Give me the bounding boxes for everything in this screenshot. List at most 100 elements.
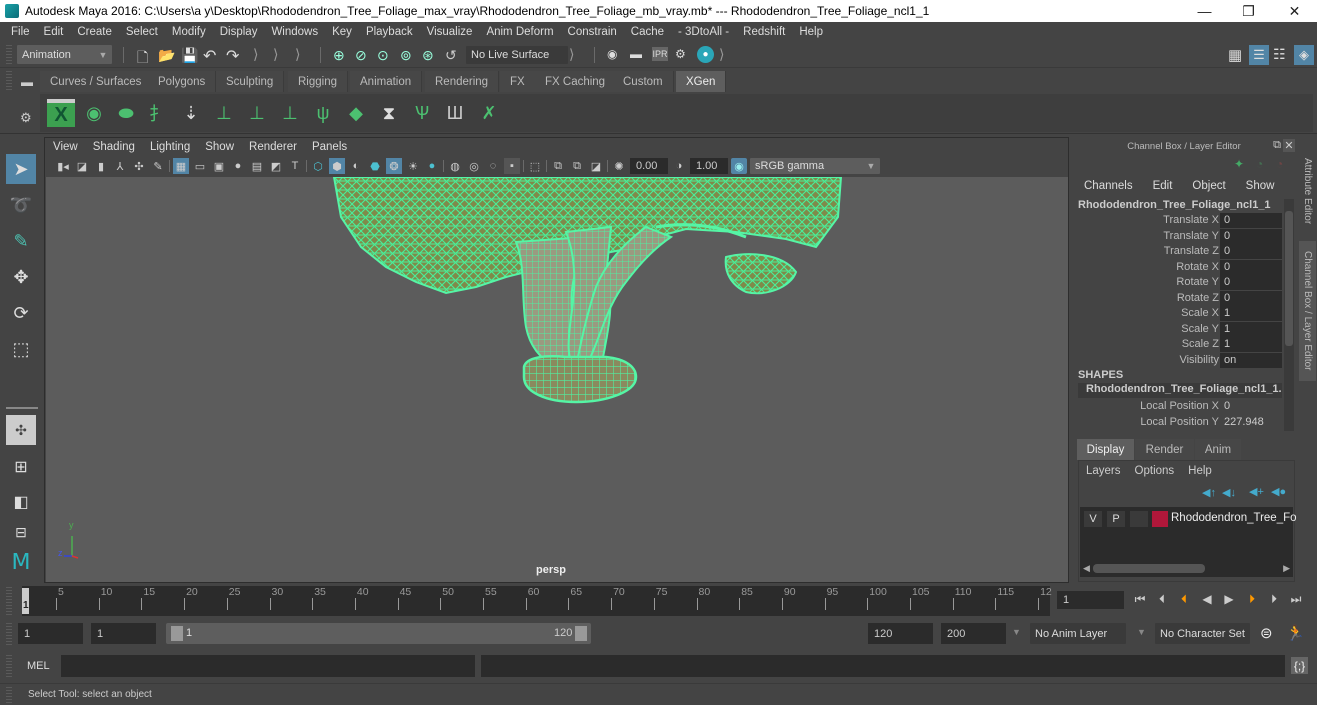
range-slider-bar[interactable]: 1 120 [166,623,591,644]
object-name[interactable]: Rhododendron_Tree_Foliage_ncl1_1 [1078,199,1271,211]
snap-curve-icon[interactable]: ⊘ [355,47,367,64]
camera-icon[interactable]: ▮◂ [55,158,71,174]
channel-row[interactable]: Rotate Z0 [1071,290,1283,306]
menu-playback[interactable]: Playback [359,26,420,38]
go-to-start-icon[interactable]: ⏮ [1131,590,1149,608]
menu-help[interactable]: Help [792,26,830,38]
gamma-field[interactable]: 1.00 [690,158,728,174]
select-guide-icon[interactable]: ⊥ [243,99,271,127]
safe-title-icon[interactable]: T [287,158,303,174]
open-scene-icon[interactable]: 📂 [158,47,175,64]
range-end-handle[interactable] [575,626,587,641]
menu-anim-deform[interactable]: Anim Deform [479,26,560,38]
shelf-tab-animation[interactable]: Animation [350,71,423,92]
collapse-arrow-icon[interactable]: ⟩ [253,46,258,63]
command-input[interactable] [61,655,475,677]
graph-persp-layout-icon[interactable]: ⊟ [6,522,36,542]
layer-tab-anim[interactable]: Anim [1195,439,1241,460]
close-button[interactable]: ✕ [1272,0,1317,22]
layer-visibility-toggle[interactable]: V [1084,511,1102,527]
channel-row[interactable]: Scale Y1 [1071,321,1283,337]
view-transform-dropdown[interactable]: sRGB gamma ▼ [750,158,880,174]
single-perspective-layout-icon[interactable]: ✣ [6,415,36,445]
shelf-tab-rigging[interactable]: Rigging [288,71,348,92]
step-forward-frame-icon[interactable]: ⏵ [1265,590,1283,608]
layer-row[interactable]: V P Rhododendron_Tree_Fo [1080,511,1297,528]
wireframe-on-shaded-icon[interactable]: ⬣ [367,158,383,174]
move-layer-down-icon[interactable]: ◀↓ [1222,486,1236,499]
channel-value[interactable]: 1 [1220,306,1282,321]
menu-redshift[interactable]: Redshift [736,26,792,38]
channel-row[interactable]: Translate Y0 [1071,228,1283,244]
channel-row[interactable]: Rotate Y0 [1071,275,1283,290]
channel-row[interactable]: Rotate X0 [1071,259,1283,275]
float-panel-icon[interactable]: ⧉ [1273,139,1281,152]
channel-value[interactable]: 0 [1220,213,1282,228]
channel-value[interactable]: 0 [1220,259,1282,275]
undo-icon[interactable]: ↶ [203,46,216,66]
outliner-persp-layout-icon[interactable]: ◧ [6,487,36,517]
color-management-toggle-icon[interactable]: ◉ [731,158,747,174]
go-to-end-icon[interactable]: ⏭ [1287,590,1305,608]
shelf-settings-gear-icon[interactable]: ⚙ [20,110,32,126]
make-live-icon[interactable]: ⊛ [422,47,434,64]
collapse-arrow-icon[interactable]: ⟩ [719,46,724,63]
xgen-grid-icon[interactable]: ◆ [342,99,370,127]
save-scene-icon[interactable]: 💾 [181,47,198,64]
scrollbar-thumb[interactable] [1285,211,1293,346]
channel-row[interactable]: Translate X0 [1071,213,1283,228]
redo-icon[interactable]: ↷ [226,46,239,66]
xray-icon[interactable]: ⧉ [550,158,566,174]
channel-box-layer-editor-tab[interactable]: Channel Box / Layer Editor [1299,241,1316,381]
textured-icon[interactable]: ❂ [386,158,402,174]
render-current-frame-icon[interactable]: ▬ [630,47,642,61]
animation-preferences-icon[interactable]: 🏃 [1286,624,1305,642]
layer-name[interactable]: Rhododendron_Tree_Fo [1171,512,1297,524]
xgen-clear-preview-icon[interactable]: ⬬ [112,99,140,127]
options-menu[interactable]: Options [1135,465,1175,477]
menu-key[interactable]: Key [325,26,359,38]
collapse-arrow-icon[interactable]: ⟩ [273,46,278,63]
move-tool-icon[interactable]: ✥ [6,262,36,292]
multisample-aa-icon[interactable]: ◌ [485,158,501,174]
hyper-icon[interactable]: ◔ [1276,157,1283,171]
shelf-tab-fx-caching[interactable]: FX Caching [535,71,617,92]
film-gate-icon[interactable]: ▭ [192,158,208,174]
channel-row[interactable]: Scale X1 [1071,306,1283,321]
channel-value[interactable]: 0 [1220,275,1282,290]
channel-row[interactable]: Local Position X0 [1071,399,1283,414]
channel-row[interactable]: Scale Z1 [1071,337,1283,352]
play-forwards-icon[interactable]: ▶ [1220,590,1238,608]
smooth-shade-icon[interactable]: ⬢ [329,158,345,174]
auto-key-icon[interactable]: ⊜ [1260,624,1273,642]
layer-playback-toggle[interactable]: P [1107,511,1125,527]
place-guides-icon[interactable]: ⇣ [177,99,205,127]
time-ruler[interactable]: 1 5 10 15 20 25 30 35 40 45 50 55 60 65 70 75 80 85 90 95 1… [22,586,1052,616]
restore-button[interactable]: ❐ [1226,0,1271,22]
menu-visualize[interactable]: Visualize [420,26,480,38]
close-panel-icon[interactable]: ✕ [1283,139,1295,152]
safe-action-icon[interactable]: ◩ [268,158,284,174]
snap-surface-icon[interactable]: ↺ [445,47,457,64]
use-default-material-icon[interactable]: ◐ [348,158,364,174]
shelf-tab-custom[interactable]: Custom [613,71,674,92]
channel-box-scrollbar[interactable] [1284,199,1294,431]
rotate-tool-icon[interactable]: ⟳ [6,298,36,328]
snap-view-plane-icon[interactable]: ⊚ [400,47,412,64]
xray-active-components-icon[interactable]: ⧉ [569,158,585,174]
shelf-menu-icon[interactable]: ▬ [20,75,34,89]
menu-modify[interactable]: Modify [165,26,213,38]
status-line-grip[interactable] [6,45,12,65]
collapse-arrow-icon[interactable]: ⟩ [295,46,300,63]
sculpt-guides-icon[interactable]: Ѱ [408,99,436,127]
scale-tool-icon[interactable]: ⬚ [6,334,36,364]
animation-end-field[interactable]: 200 [941,623,1006,644]
attribute-editor-tab[interactable]: Attribute Editor [1299,145,1316,237]
character-set-dropdown-arrow-icon[interactable]: ▼ [1137,627,1146,637]
menu-edit[interactable]: Edit [37,26,71,38]
2d-pan-zoom-icon[interactable]: ✣ [131,158,147,174]
create-empty-layer-icon[interactable]: ◀+ [1249,485,1264,498]
step-back-key-icon[interactable]: ⏴ [1175,590,1193,608]
minimize-button[interactable]: — [1182,0,1227,22]
scroll-right-icon[interactable]: ▶ [1283,563,1290,574]
